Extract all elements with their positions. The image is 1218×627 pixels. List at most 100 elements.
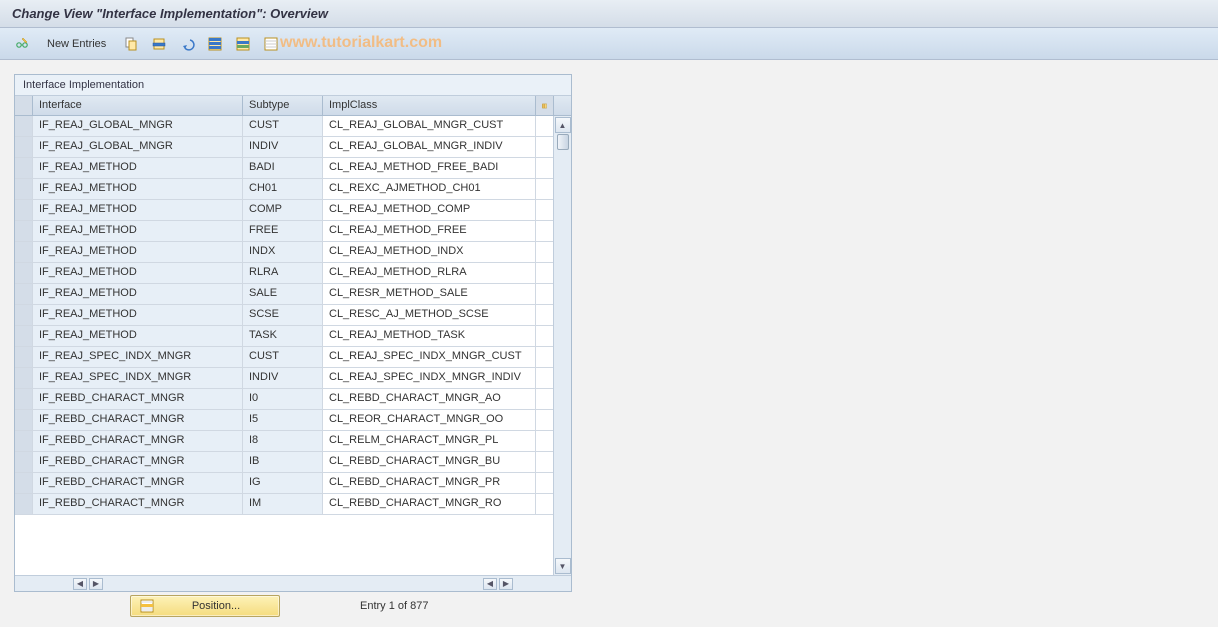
scroll-track[interactable] [555,134,571,557]
toggle-change-button[interactable] [10,33,34,55]
row-selector[interactable] [15,116,33,136]
cell-implclass[interactable]: CL_REAJ_GLOBAL_MNGR_CUST [323,116,536,136]
cell-interface[interactable]: IF_REBD_CHARACT_MNGR [33,431,243,451]
cell-interface[interactable]: IF_REAJ_METHOD [33,263,243,283]
cell-interface[interactable]: IF_REAJ_METHOD [33,158,243,178]
table-row[interactable]: IF_REBD_CHARACT_MNGRI8CL_RELM_CHARACT_MN… [15,431,571,452]
table-row[interactable]: IF_REBD_CHARACT_MNGRIBCL_REBD_CHARACT_MN… [15,452,571,473]
scroll-down-button[interactable]: ▼ [555,558,571,574]
cell-implclass[interactable]: CL_REAJ_METHOD_FREE [323,221,536,241]
horizontal-scrollbar[interactable]: ◀ ▶ ◀ ▶ [15,575,571,591]
undo-button[interactable] [175,33,199,55]
cell-interface[interactable]: IF_REAJ_METHOD [33,326,243,346]
scroll-left-button[interactable]: ◀ [73,578,87,590]
table-row[interactable]: IF_REAJ_METHODBADICL_REAJ_METHOD_FREE_BA… [15,158,571,179]
cell-implclass[interactable]: CL_RELM_CHARACT_MNGR_PL [323,431,536,451]
cell-subtype[interactable]: TASK [243,326,323,346]
table-row[interactable]: IF_REAJ_METHODINDXCL_REAJ_METHOD_INDX [15,242,571,263]
cell-interface[interactable]: IF_REAJ_METHOD [33,179,243,199]
copy-button[interactable] [119,33,143,55]
cell-implclass[interactable]: CL_REBD_CHARACT_MNGR_AO [323,389,536,409]
select-block-button[interactable] [231,33,255,55]
column-header-implclass[interactable]: ImplClass [323,96,536,115]
row-selector[interactable] [15,305,33,325]
cell-subtype[interactable]: CUST [243,116,323,136]
table-row[interactable]: IF_REAJ_SPEC_INDX_MNGRCUSTCL_REAJ_SPEC_I… [15,347,571,368]
cell-interface[interactable]: IF_REBD_CHARACT_MNGR [33,452,243,472]
cell-implclass[interactable]: CL_REAJ_METHOD_INDX [323,242,536,262]
row-selector[interactable] [15,263,33,283]
row-selector[interactable] [15,368,33,388]
cell-implclass[interactable]: CL_REAJ_SPEC_INDX_MNGR_CUST [323,347,536,367]
table-row[interactable]: IF_REAJ_METHODSALECL_RESR_METHOD_SALE [15,284,571,305]
cell-subtype[interactable]: FREE [243,221,323,241]
row-selector[interactable] [15,389,33,409]
scroll-right-button[interactable]: ▶ [89,578,103,590]
cell-subtype[interactable]: IM [243,494,323,514]
new-entries-button[interactable]: New Entries [38,33,115,55]
scroll-thumb[interactable] [557,134,569,150]
cell-interface[interactable]: IF_REAJ_METHOD [33,221,243,241]
cell-implclass[interactable]: CL_REAJ_METHOD_RLRA [323,263,536,283]
cell-subtype[interactable]: INDIV [243,137,323,157]
cell-interface[interactable]: IF_REBD_CHARACT_MNGR [33,494,243,514]
cell-subtype[interactable]: SALE [243,284,323,304]
table-row[interactable]: IF_REAJ_METHODRLRACL_REAJ_METHOD_RLRA [15,263,571,284]
table-row[interactable]: IF_REBD_CHARACT_MNGRI0CL_REBD_CHARACT_MN… [15,389,571,410]
cell-subtype[interactable]: INDIV [243,368,323,388]
row-selector-header[interactable] [15,96,33,115]
row-selector[interactable] [15,410,33,430]
row-selector[interactable] [15,137,33,157]
cell-interface[interactable]: IF_REBD_CHARACT_MNGR [33,473,243,493]
row-selector[interactable] [15,347,33,367]
cell-subtype[interactable]: RLRA [243,263,323,283]
row-selector[interactable] [15,494,33,514]
delete-button[interactable] [147,33,171,55]
cell-interface[interactable]: IF_REAJ_METHOD [33,200,243,220]
cell-implclass[interactable]: CL_REBD_CHARACT_MNGR_RO [323,494,536,514]
column-header-subtype[interactable]: Subtype [243,96,323,115]
table-row[interactable]: IF_REAJ_GLOBAL_MNGRCUSTCL_REAJ_GLOBAL_MN… [15,116,571,137]
cell-subtype[interactable]: CH01 [243,179,323,199]
row-selector[interactable] [15,473,33,493]
cell-implclass[interactable]: CL_REAJ_SPEC_INDX_MNGR_INDIV [323,368,536,388]
table-row[interactable]: IF_REAJ_METHODTASKCL_REAJ_METHOD_TASK [15,326,571,347]
cell-subtype[interactable]: IB [243,452,323,472]
cell-subtype[interactable]: IG [243,473,323,493]
table-row[interactable]: IF_REAJ_METHODCOMPCL_REAJ_METHOD_COMP [15,200,571,221]
cell-implclass[interactable]: CL_REBD_CHARACT_MNGR_BU [323,452,536,472]
cell-subtype[interactable]: I0 [243,389,323,409]
row-selector[interactable] [15,158,33,178]
scroll-right2-button[interactable]: ▶ [499,578,513,590]
row-selector[interactable] [15,200,33,220]
scroll-up-button[interactable]: ▲ [555,117,571,133]
select-all-button[interactable] [203,33,227,55]
cell-implclass[interactable]: CL_REAJ_METHOD_TASK [323,326,536,346]
table-row[interactable]: IF_REBD_CHARACT_MNGRIGCL_REBD_CHARACT_MN… [15,473,571,494]
column-config-button[interactable] [536,96,554,115]
cell-interface[interactable]: IF_REAJ_METHOD [33,305,243,325]
cell-implclass[interactable]: CL_REAJ_METHOD_COMP [323,200,536,220]
column-header-interface[interactable]: Interface [33,96,243,115]
row-selector[interactable] [15,284,33,304]
cell-interface[interactable]: IF_REBD_CHARACT_MNGR [33,410,243,430]
scroll-left2-button[interactable]: ◀ [483,578,497,590]
cell-interface[interactable]: IF_REAJ_GLOBAL_MNGR [33,137,243,157]
cell-interface[interactable]: IF_REAJ_METHOD [33,284,243,304]
cell-implclass[interactable]: CL_REAJ_METHOD_FREE_BADI [323,158,536,178]
position-button[interactable]: Position... [130,595,280,617]
cell-interface[interactable]: IF_REAJ_METHOD [33,242,243,262]
cell-subtype[interactable]: SCSE [243,305,323,325]
cell-subtype[interactable]: I5 [243,410,323,430]
cell-implclass[interactable]: CL_REAJ_GLOBAL_MNGR_INDIV [323,137,536,157]
cell-subtype[interactable]: COMP [243,200,323,220]
cell-implclass[interactable]: CL_REXC_AJMETHOD_CH01 [323,179,536,199]
table-row[interactable]: IF_REAJ_METHODSCSECL_RESC_AJ_METHOD_SCSE [15,305,571,326]
row-selector[interactable] [15,326,33,346]
row-selector[interactable] [15,179,33,199]
deselect-all-button[interactable] [259,33,283,55]
row-selector[interactable] [15,431,33,451]
cell-implclass[interactable]: CL_RESR_METHOD_SALE [323,284,536,304]
row-selector[interactable] [15,452,33,472]
row-selector[interactable] [15,242,33,262]
